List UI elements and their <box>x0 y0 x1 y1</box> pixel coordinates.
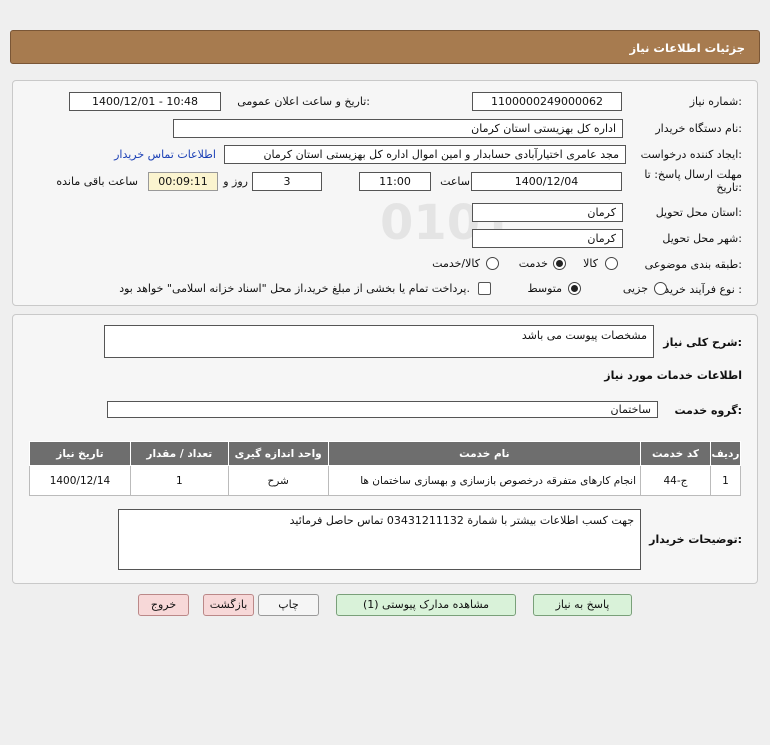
category-option-service: خدمت <box>518 257 548 270</box>
treasury-checkbox[interactable] <box>478 282 491 295</box>
col-header-code: کد خدمت <box>640 441 711 466</box>
category-radio-goods[interactable] <box>605 257 618 270</box>
remaining-time-label: ساعت باقی مانده <box>56 175 138 188</box>
table-header-row: تاریخ نیاز تعداد / مقدار واحد اندازه گیر… <box>29 441 742 466</box>
announce-datetime-field: 1400/12/01 - 10:48 <box>69 92 221 111</box>
exit-button[interactable]: خروج <box>138 594 189 616</box>
deadline-time-label: ساعت <box>440 175 470 188</box>
days-field: 3 <box>252 172 322 191</box>
deadline-label: مهلت ارسال پاسخ: تا <box>644 168 742 181</box>
page-title: جزئیات اطلاعات نیاز <box>629 41 745 55</box>
table-row: 1400/12/14 1 شرح انجام کارهای متفرقه درخ… <box>29 465 742 496</box>
cell-unit: شرح <box>227 465 329 496</box>
cell-date: 1400/12/14 <box>29 465 131 496</box>
cell-code: ج-44 <box>640 465 711 496</box>
process-radio-minor[interactable] <box>654 282 667 295</box>
services-table: تاریخ نیاز تعداد / مقدار واحد اندازه گیر… <box>29 441 742 496</box>
buyer-notes-field: جهت کسب اطلاعات بیشتر با شمارة 034312111… <box>118 509 641 570</box>
reply-button[interactable]: پاسخ به نیاز <box>533 594 632 616</box>
print-button[interactable]: چاپ <box>258 594 319 616</box>
need-number-field: 1100000249000062 <box>472 92 622 111</box>
city-label: شهر محل تحویل: <box>662 232 742 245</box>
process-label: نوع فرآیند خرید : <box>664 283 742 296</box>
buyer-org-label: نام دستگاه خریدار: <box>655 122 742 135</box>
buyer-notes-text: جهت کسب اطلاعات بیشتر با شمارة 034312111… <box>289 514 634 527</box>
remaining-time-field: 00:09:11 <box>148 172 218 191</box>
buyer-notes-label: توضیحات خریدار: <box>649 533 742 546</box>
description-label: شرح کلی نیاز: <box>663 336 742 349</box>
process-option-minor: جزیی <box>622 282 648 295</box>
buyer-org-field: اداره کل بهزیستی استان کرمان <box>173 119 623 138</box>
treasury-note: پرداخت تمام یا بخشی از مبلغ خرید،از محل … <box>119 282 470 295</box>
col-header-name: نام خدمت <box>327 441 642 466</box>
city-field: کرمان <box>472 229 623 248</box>
category-radio-goods-service[interactable] <box>486 257 499 270</box>
category-option-goods-service: کالا/خدمت <box>432 257 480 270</box>
need-number-label: شماره نیاز: <box>689 95 742 108</box>
service-group-label: گروه خدمت: <box>674 404 742 417</box>
announce-datetime-label: تاریخ و ساعت اعلان عمومی: <box>237 95 370 108</box>
description-field: مشخصات پیوست می باشد <box>104 325 654 358</box>
category-radio-service[interactable] <box>553 257 566 270</box>
service-group-field: ساختمان <box>107 401 658 418</box>
process-radio-medium[interactable] <box>568 282 581 295</box>
back-button[interactable]: بازگشت <box>203 594 254 616</box>
deadline-date-field: 1400/12/04 <box>471 172 622 191</box>
buyer-contact-link[interactable]: اطلاعات تماس خریدار <box>114 148 216 161</box>
col-header-qty: تعداد / مقدار <box>129 441 229 466</box>
cell-row: 1 <box>709 465 742 496</box>
province-label: استان محل تحویل: <box>655 206 742 219</box>
col-header-row: ردیف <box>709 441 742 466</box>
deadline-label-date: تاریخ: <box>716 181 742 194</box>
category-option-goods: کالا <box>583 257 598 270</box>
col-header-unit: واحد اندازه گیری <box>227 441 329 466</box>
description-text: مشخصات پیوست می باشد <box>521 329 647 342</box>
services-section-title: اطلاعات خدمات مورد نیاز <box>604 369 742 382</box>
cell-qty: 1 <box>129 465 229 496</box>
cell-name: انجام کارهای متفرقه درخصوص بازسازی و بهس… <box>327 465 642 496</box>
deadline-time-field: 11:00 <box>359 172 431 191</box>
days-label: روز و <box>223 175 248 188</box>
creator-label: ایجاد کننده درخواست: <box>640 148 742 161</box>
page-header: جزئیات اطلاعات نیاز <box>10 30 760 64</box>
process-option-medium: متوسط <box>527 282 562 295</box>
need-details-panel <box>12 80 758 306</box>
view-attachments-button[interactable]: مشاهده مدارک پیوستی (1) <box>336 594 516 616</box>
creator-field: مجد عامری اختیارآبادی حسابدار و امین امو… <box>224 145 626 164</box>
col-header-date: تاریخ نیاز <box>29 441 131 466</box>
province-field: کرمان <box>472 203 623 222</box>
category-label: طبقه بندی موضوعی: <box>644 258 742 271</box>
